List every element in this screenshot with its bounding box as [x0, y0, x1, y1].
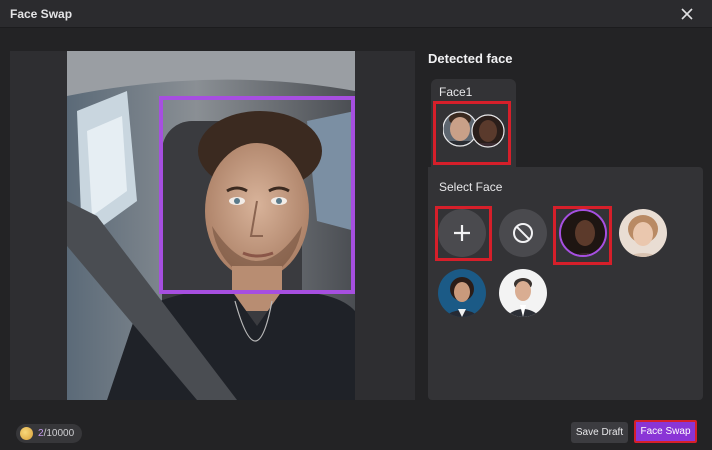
- add-face-highlight: [435, 206, 492, 261]
- face-option-4[interactable]: [499, 269, 547, 317]
- businessman-avatar: [499, 269, 547, 317]
- select-face-panel: Select Face: [428, 167, 703, 400]
- face-option-3[interactable]: [438, 269, 486, 317]
- no-face-button[interactable]: [499, 209, 547, 257]
- selected-face-highlight: [553, 206, 612, 265]
- face-label: Face1: [439, 85, 473, 99]
- detected-face-title: Detected face: [428, 51, 513, 66]
- detected-face-box: [159, 96, 355, 294]
- coin-icon: [20, 427, 33, 440]
- face-option-2[interactable]: [619, 209, 667, 257]
- credits-text: 2/10000: [38, 428, 74, 439]
- credits-badge: 2/10000: [16, 424, 82, 443]
- close-icon[interactable]: [678, 5, 696, 23]
- save-draft-button[interactable]: Save Draft: [571, 422, 628, 443]
- face1-highlight: [433, 101, 511, 165]
- window-title: Face Swap: [10, 7, 73, 21]
- select-face-title: Select Face: [439, 180, 503, 194]
- footer: 2/10000 Save Draft Face Swap: [0, 414, 712, 450]
- no-symbol-icon: [513, 223, 533, 243]
- credits-total: /10000: [43, 428, 75, 439]
- woman-light-hair-avatar: [619, 209, 667, 257]
- businesswoman-avatar: [438, 269, 486, 317]
- preview-panel: [10, 51, 415, 400]
- title-bar: Face Swap: [0, 0, 712, 28]
- face-swap-button[interactable]: Face Swap: [634, 420, 697, 443]
